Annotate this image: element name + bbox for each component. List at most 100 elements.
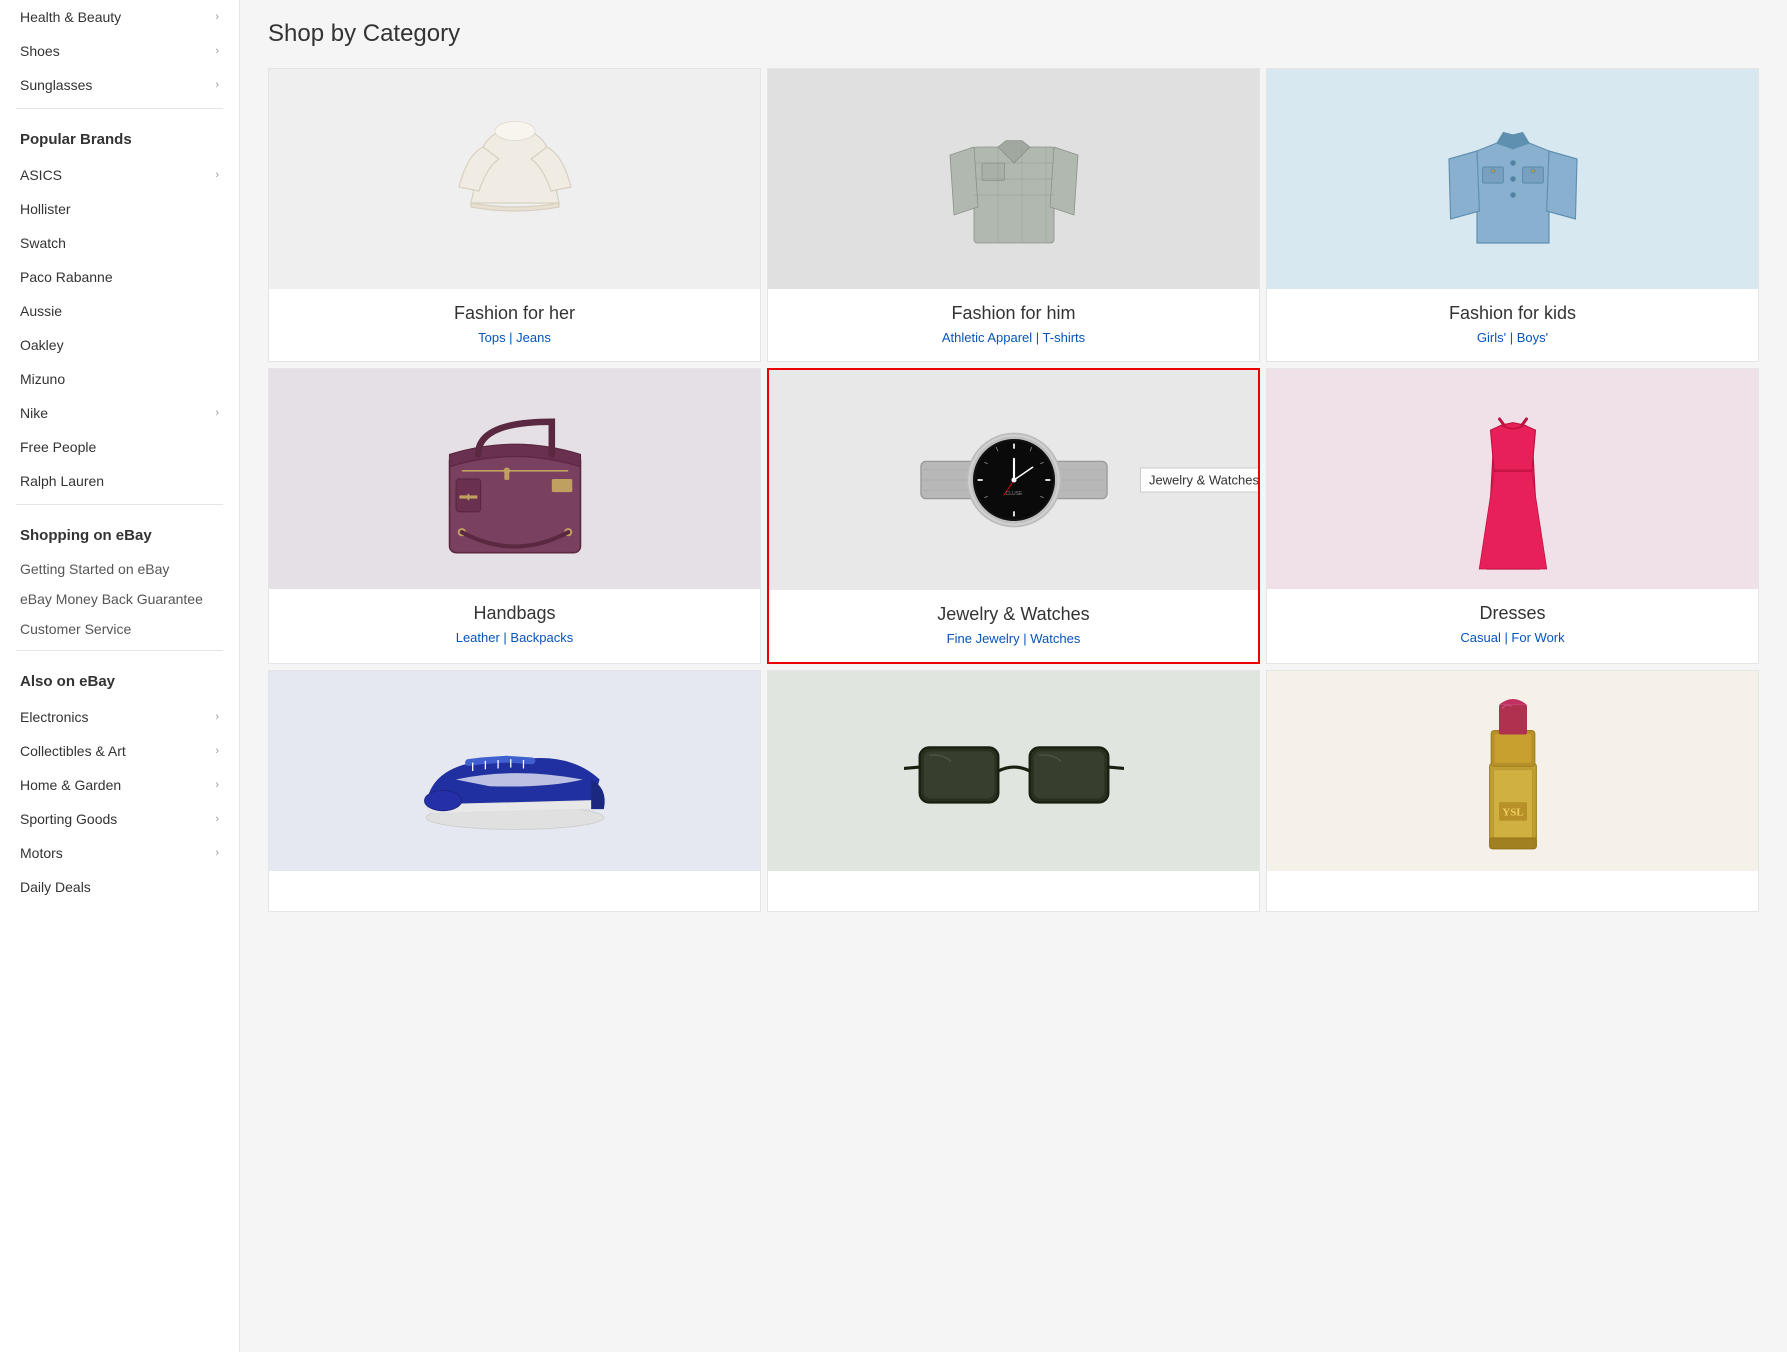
sidebar-item-hollister[interactable]: Hollister: [16, 192, 223, 226]
category-card-fashion-her[interactable]: Fashion for her Tops | Jeans: [268, 68, 761, 362]
category-card-title: Fashion for him: [778, 303, 1249, 324]
sidebar-item-collectibles[interactable]: Collectibles & Art ›: [16, 734, 223, 768]
sidebar-item-sunglasses[interactable]: Sunglasses ›: [16, 68, 223, 102]
popular-brands-title: Popular Brands: [16, 127, 223, 152]
category-image-handbags: [269, 369, 760, 589]
sidebar-item-label: Sporting Goods: [20, 811, 117, 827]
category-card-info-shoes: [269, 871, 760, 911]
sidebar-item-daily-deals[interactable]: Daily Deals: [16, 870, 223, 904]
sidebar-item-label: Oakley: [20, 337, 64, 353]
category-card-info-handbags: Handbags Leather | Backpacks: [269, 589, 760, 661]
sidebar-item-label: Daily Deals: [20, 879, 91, 895]
category-card-subtitle[interactable]: Athletic Apparel | T-shirts: [778, 330, 1249, 345]
sidebar-item-free-people[interactable]: Free People: [16, 430, 223, 464]
sidebar-item-ralph-lauren[interactable]: Ralph Lauren: [16, 464, 223, 498]
category-image-dresses: [1267, 369, 1758, 589]
sidebar-item-label: Collectibles & Art: [20, 743, 126, 759]
sidebar-item-nike[interactable]: Nike ›: [16, 396, 223, 430]
sidebar-item-asics[interactable]: ASICS ›: [16, 158, 223, 192]
category-card-info-beauty: [1267, 871, 1758, 911]
category-image-beauty: YSL: [1267, 671, 1758, 871]
sidebar-item-label: Sunglasses: [20, 77, 92, 93]
sidebar-item-label: Swatch: [20, 235, 66, 251]
category-card-title: Handbags: [279, 603, 750, 624]
shopping-on-ebay-title: Shopping on eBay: [16, 523, 223, 548]
sidebar-item-sporting-goods[interactable]: Sporting Goods ›: [16, 802, 223, 836]
chevron-down-icon: ›: [215, 711, 219, 723]
chevron-down-icon: ›: [215, 745, 219, 757]
sidebar-item-swatch[interactable]: Swatch: [16, 226, 223, 260]
sidebar-item-mizuno[interactable]: Mizuno: [16, 362, 223, 396]
sidebar-item-label: Paco Rabanne: [20, 269, 113, 285]
chevron-down-icon: ›: [215, 79, 219, 91]
svg-text:CLUSE: CLUSE: [1005, 491, 1023, 497]
category-card-fashion-kids[interactable]: Fashion for kids Girls' | Boys': [1266, 68, 1759, 362]
category-card-jewelry-watches[interactable]: CLUSE Jewelry & Watches Jewelry & Watche…: [767, 368, 1260, 664]
category-image-sunglasses: [768, 671, 1259, 871]
sidebar-item-label: Shoes: [20, 43, 60, 59]
category-card-title: Fashion for her: [279, 303, 750, 324]
sidebar-link-customer-service[interactable]: Customer Service: [16, 614, 223, 644]
category-image-shoes: [269, 671, 760, 871]
sidebar-item-label: Free People: [20, 439, 96, 455]
sidebar-item-aussie[interactable]: Aussie: [16, 294, 223, 328]
sidebar-item-label: Motors: [20, 845, 63, 861]
chevron-down-icon: ›: [215, 45, 219, 57]
sidebar-item-home-garden[interactable]: Home & Garden ›: [16, 768, 223, 802]
category-image-fashion-her: [269, 69, 760, 289]
category-card-subtitle[interactable]: Leather | Backpacks: [279, 630, 750, 645]
category-card-subtitle[interactable]: Girls' | Boys': [1277, 330, 1748, 345]
category-card-title: Jewelry & Watches: [779, 604, 1248, 625]
category-card-subtitle[interactable]: Tops | Jeans: [279, 330, 750, 345]
sidebar-item-oakley[interactable]: Oakley: [16, 328, 223, 362]
sidebar-item-label: Home & Garden: [20, 777, 121, 793]
category-card-subtitle[interactable]: Fine Jewelry | Watches: [779, 631, 1248, 646]
sidebar-item-label: Hollister: [20, 201, 71, 217]
sidebar: Health & Beauty › Shoes › Sunglasses › P…: [0, 0, 240, 1352]
category-grid: Fashion for her Tops | Jeans: [268, 68, 1759, 912]
sidebar-item-paco-rabanne[interactable]: Paco Rabanne: [16, 260, 223, 294]
main-content: Shop by Category: [240, 0, 1787, 1352]
category-card-info-sunglasses: [768, 871, 1259, 911]
category-card-subtitle[interactable]: Casual | For Work: [1277, 630, 1748, 645]
svg-text:YSL: YSL: [1502, 806, 1523, 818]
sidebar-item-label: Nike: [20, 405, 48, 421]
chevron-down-icon: ›: [215, 11, 219, 23]
category-image-fashion-him: [768, 69, 1259, 289]
category-card-dresses[interactable]: Dresses Casual | For Work: [1266, 368, 1759, 664]
category-card-sunglasses[interactable]: [767, 670, 1260, 912]
sidebar-item-health-beauty[interactable]: Health & Beauty ›: [16, 0, 223, 34]
sidebar-item-label: ASICS: [20, 167, 62, 183]
sidebar-link-getting-started[interactable]: Getting Started on eBay: [16, 554, 223, 584]
category-card-info-fashion-her: Fashion for her Tops | Jeans: [269, 289, 760, 361]
sidebar-link-money-back[interactable]: eBay Money Back Guarantee: [16, 584, 223, 614]
category-image-jewelry: CLUSE Jewelry & Watches: [769, 370, 1258, 590]
category-card-info-fashion-kids: Fashion for kids Girls' | Boys': [1267, 289, 1758, 361]
chevron-down-icon: ›: [215, 779, 219, 791]
sidebar-item-label: Electronics: [20, 709, 88, 725]
chevron-down-icon: ›: [215, 813, 219, 825]
category-card-fashion-him[interactable]: Fashion for him Athletic Apparel | T-shi…: [767, 68, 1260, 362]
sidebar-item-label: Ralph Lauren: [20, 473, 104, 489]
sidebar-item-shoes[interactable]: Shoes ›: [16, 34, 223, 68]
category-card-info-fashion-him: Fashion for him Athletic Apparel | T-shi…: [768, 289, 1259, 361]
category-card-title: Dresses: [1277, 603, 1748, 624]
category-card-info-jewelry: Jewelry & Watches Fine Jewelry | Watches: [769, 590, 1258, 662]
category-card-info-dresses: Dresses Casual | For Work: [1267, 589, 1758, 661]
category-card-title: Fashion for kids: [1277, 303, 1748, 324]
chevron-down-icon: ›: [215, 407, 219, 419]
sidebar-item-label: Aussie: [20, 303, 62, 319]
sidebar-item-motors[interactable]: Motors ›: [16, 836, 223, 870]
page-title: Shop by Category: [268, 20, 1759, 48]
chevron-down-icon: ›: [215, 847, 219, 859]
category-card-handbags[interactable]: Handbags Leather | Backpacks: [268, 368, 761, 664]
also-on-ebay-title: Also on eBay: [16, 669, 223, 694]
sidebar-item-label: Health & Beauty: [20, 9, 121, 25]
chevron-down-icon: ›: [215, 169, 219, 181]
sidebar-item-electronics[interactable]: Electronics ›: [16, 700, 223, 734]
category-card-beauty[interactable]: YSL: [1266, 670, 1759, 912]
category-image-fashion-kids: [1267, 69, 1758, 289]
sidebar-item-label: Mizuno: [20, 371, 65, 387]
category-tooltip: Jewelry & Watches: [1140, 468, 1258, 493]
category-card-shoes[interactable]: [268, 670, 761, 912]
